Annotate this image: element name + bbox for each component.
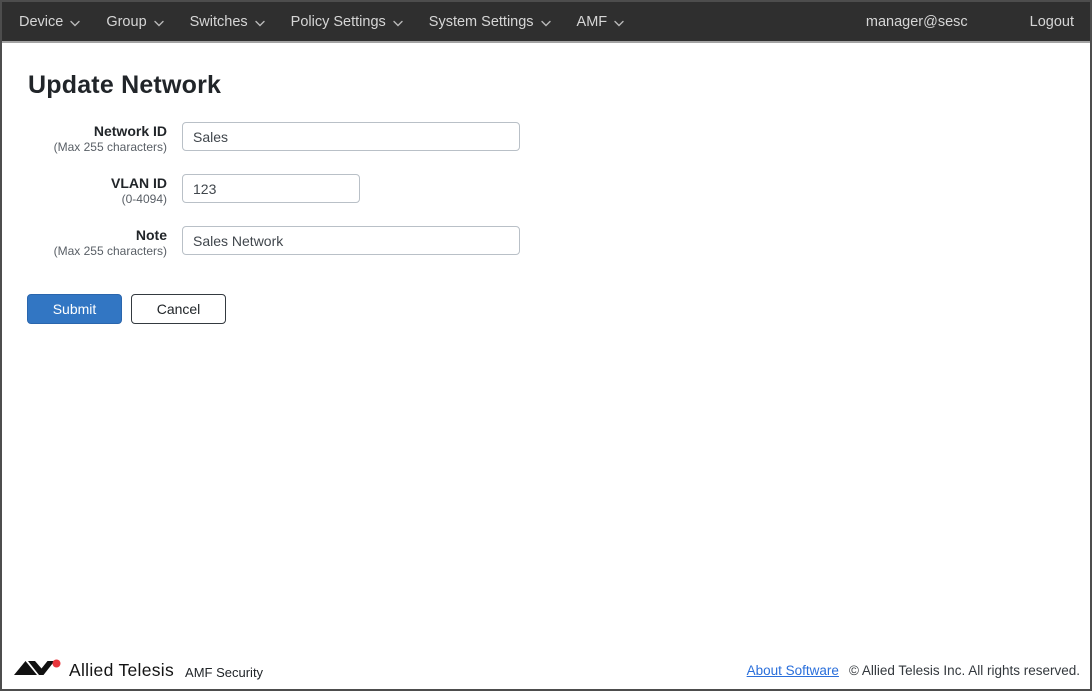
- nav-menu-group-label: Group: [106, 14, 146, 30]
- nav-menu-policy-settings[interactable]: Policy Settings: [278, 2, 416, 41]
- cancel-button[interactable]: Cancel: [131, 294, 226, 324]
- note-label: Note: [2, 227, 167, 244]
- brand-name: Allied Telesis: [69, 660, 174, 681]
- submit-button[interactable]: Submit: [27, 294, 122, 324]
- navbar-right: manager@sesc Logout: [854, 14, 1076, 30]
- update-network-form: Network ID (Max 255 characters) VLAN ID …: [2, 122, 1090, 324]
- product-name: AMF Security: [185, 661, 263, 680]
- nav-menu-policy-settings-label: Policy Settings: [291, 14, 386, 30]
- nav-menu-amf-label: AMF: [577, 14, 608, 30]
- nav-menu-amf[interactable]: AMF: [564, 2, 638, 41]
- app-window: Device Group Switches Policy Settings Sy…: [0, 0, 1092, 691]
- form-buttons: Submit Cancel: [27, 294, 1090, 324]
- page-title: Update Network: [28, 71, 1090, 100]
- vlan-id-input[interactable]: [182, 174, 360, 203]
- nav-menu-switches[interactable]: Switches: [177, 2, 278, 41]
- nav-menu-system-settings-label: System Settings: [429, 14, 534, 30]
- copyright-text: © Allied Telesis Inc. All rights reserve…: [849, 663, 1080, 678]
- footer-legal-group: About Software © Allied Telesis Inc. All…: [747, 663, 1080, 678]
- network-id-hint: (Max 255 characters): [2, 140, 167, 155]
- network-id-row: Network ID (Max 255 characters): [2, 122, 1090, 155]
- vlan-id-label-col: VLAN ID (0-4094): [2, 174, 167, 207]
- footer-brand-group: Allied Telesis AMF Security: [14, 659, 263, 682]
- network-id-input[interactable]: [182, 122, 520, 151]
- nav-menu-system-settings[interactable]: System Settings: [416, 2, 564, 41]
- top-navbar: Device Group Switches Policy Settings Sy…: [2, 2, 1090, 43]
- chevron-down-icon: [541, 15, 551, 31]
- note-row: Note (Max 255 characters): [2, 226, 1090, 259]
- chevron-down-icon: [614, 15, 624, 31]
- vlan-id-label: VLAN ID: [2, 175, 167, 192]
- chevron-down-icon: [70, 15, 80, 31]
- nav-menu-device-label: Device: [19, 14, 63, 30]
- nav-menu-switches-label: Switches: [190, 14, 248, 30]
- nav-menu-group[interactable]: Group: [93, 2, 176, 41]
- chevron-down-icon: [255, 15, 265, 31]
- chevron-down-icon: [154, 15, 164, 31]
- vlan-id-hint: (0-4094): [2, 192, 167, 207]
- nav-menu-device[interactable]: Device: [6, 2, 93, 41]
- logout-button[interactable]: Logout: [1028, 14, 1076, 30]
- note-hint: (Max 255 characters): [2, 244, 167, 259]
- vlan-id-row: VLAN ID (0-4094): [2, 174, 1090, 207]
- note-label-col: Note (Max 255 characters): [2, 226, 167, 259]
- chevron-down-icon: [393, 15, 403, 31]
- logged-in-user: manager@sesc: [854, 14, 980, 30]
- network-id-label-col: Network ID (Max 255 characters): [2, 122, 167, 155]
- main-content: Update Network Network ID (Max 255 chara…: [2, 71, 1090, 324]
- note-input[interactable]: [182, 226, 520, 255]
- about-software-link[interactable]: About Software: [747, 663, 839, 678]
- footer: Allied Telesis AMF Security About Softwa…: [2, 655, 1090, 689]
- allied-telesis-logo-icon: [14, 659, 62, 682]
- network-id-label: Network ID: [2, 123, 167, 140]
